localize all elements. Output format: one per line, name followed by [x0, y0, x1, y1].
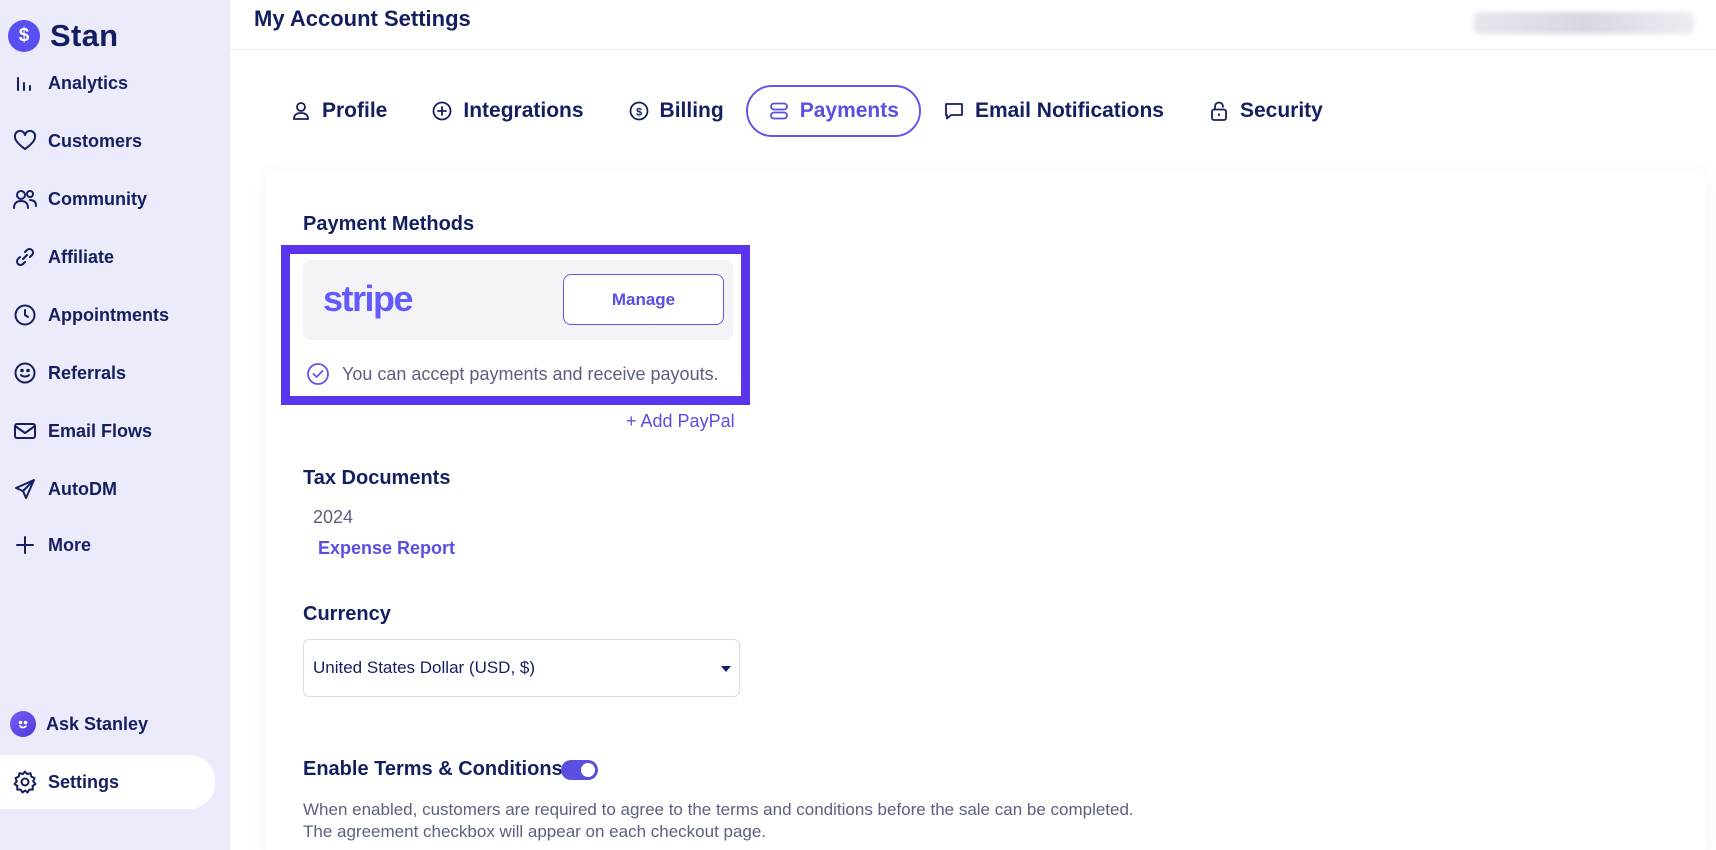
sidebar-item-label: Community: [48, 188, 147, 209]
terms-description-line2: The agreement checkbox will appear on ea…: [303, 822, 767, 841]
sidebar-item-affiliate[interactable]: Affiliate: [0, 235, 230, 279]
payment-methods-title: Payment Methods: [303, 213, 475, 235]
tab-label: Payments: [799, 99, 899, 122]
sidebar-item-label: Settings: [48, 771, 120, 792]
terms-title: Enable Terms & Conditions: [303, 758, 563, 780]
top-bar: My Account Settings: [230, 0, 1716, 50]
heart-icon: [12, 128, 38, 154]
tab-profile[interactable]: Profile: [278, 85, 409, 137]
tab-billing[interactable]: $ Billing: [606, 85, 746, 137]
manage-button[interactable]: Manage: [563, 274, 724, 325]
currency-title: Currency: [303, 603, 391, 625]
tab-label: Integrations: [463, 99, 584, 122]
sidebar-item-community[interactable]: Community: [0, 177, 230, 221]
sidebar-item-label: More: [48, 534, 92, 555]
dollar-logo-icon: $: [8, 20, 40, 52]
sidebar-item-label: Appointments: [48, 304, 169, 325]
tab-security[interactable]: Security: [1186, 85, 1345, 137]
sidebar-item-referrals[interactable]: Referrals: [0, 351, 230, 395]
payment-status: You can accept payments and receive payo…: [306, 362, 719, 386]
page-title: My Account Settings: [254, 6, 471, 31]
tax-documents-title: Tax Documents: [303, 467, 451, 489]
sidebar-item-settings[interactable]: Settings: [0, 755, 215, 809]
add-paypal-link[interactable]: + Add PayPal: [626, 411, 735, 432]
user-icon: [293, 102, 309, 120]
stanley-bot-icon: [10, 711, 36, 737]
link-icon: [12, 244, 38, 270]
sidebar-item-label: Ask Stanley: [46, 713, 149, 734]
message-icon: [945, 103, 963, 120]
currency-select[interactable]: United States Dollar (USD, $): [303, 639, 740, 697]
sidebar-item-label: Customers: [48, 130, 143, 151]
sidebar-item-analytics[interactable]: Analytics: [0, 61, 230, 105]
user-menu-blurred[interactable]: [1474, 12, 1694, 34]
tab-label: Email Notifications: [974, 99, 1164, 122]
brand[interactable]: $ Stan: [8, 18, 118, 54]
stripe-logo: stripe: [323, 278, 414, 319]
brand-name: Stan: [50, 18, 119, 53]
tab-label: Profile: [322, 99, 388, 122]
send-icon: [12, 476, 38, 502]
sidebar-item-email-flows[interactable]: Email Flows: [0, 409, 230, 453]
dollar-circle-icon: $: [629, 101, 648, 121]
check-circle-icon: [307, 363, 329, 385]
bar-chart-icon: [12, 70, 38, 96]
gear-icon: [12, 769, 38, 795]
caret-down-icon: [721, 666, 731, 672]
sidebar-item-label: Analytics: [48, 72, 129, 93]
lock-icon: [1211, 101, 1227, 121]
smile-icon: [12, 360, 38, 386]
sidebar-item-appointments[interactable]: Appointments: [0, 293, 230, 337]
payment-status-text: You can accept payments and receive payo…: [342, 363, 719, 384]
sidebar-item-customers[interactable]: Customers: [0, 119, 230, 163]
sidebar-item-autodm[interactable]: AutoDM: [0, 467, 230, 511]
tab-label: Security: [1239, 99, 1323, 122]
sidebar-item-label: Email Flows: [48, 420, 153, 441]
sidebar-item-label: AutoDM: [48, 478, 117, 499]
tab-integrations[interactable]: Integrations: [409, 85, 605, 137]
settings-tabs: Profile Integrations $ Billing Payments …: [278, 85, 1345, 137]
stripe-provider-box: stripe Manage: [303, 260, 733, 340]
mail-icon: [12, 418, 38, 444]
clock-icon: [12, 302, 38, 328]
currency-selected-value: United States Dollar (USD, $): [313, 658, 536, 677]
layers-icon: [769, 102, 788, 120]
plus-icon: [12, 532, 38, 558]
sidebar-item-label: Referrals: [48, 362, 127, 383]
sidebar-item-more[interactable]: More: [0, 523, 230, 567]
sidebar: $ Stan Analytics Customers Community Aff…: [0, 0, 230, 850]
tab-label: Billing: [659, 99, 724, 122]
terms-description-line1: When enabled, customers are required to …: [303, 800, 1134, 819]
expense-report-link[interactable]: Expense Report: [318, 538, 455, 559]
tax-year: 2024: [313, 507, 354, 527]
tab-email-notifications[interactable]: Email Notifications: [921, 85, 1186, 137]
terms-toggle[interactable]: [561, 760, 598, 780]
tab-payments[interactable]: Payments: [745, 85, 921, 137]
plus-circle-icon: [432, 101, 452, 121]
sidebar-item-label: Affiliate: [48, 246, 115, 267]
svg-text:$: $: [635, 107, 641, 119]
sidebar-item-ask-stanley[interactable]: Ask Stanley: [0, 702, 230, 746]
terms-description: When enabled, customers are required to …: [303, 799, 1263, 843]
users-icon: [12, 186, 38, 212]
toggle-knob: [581, 763, 595, 777]
